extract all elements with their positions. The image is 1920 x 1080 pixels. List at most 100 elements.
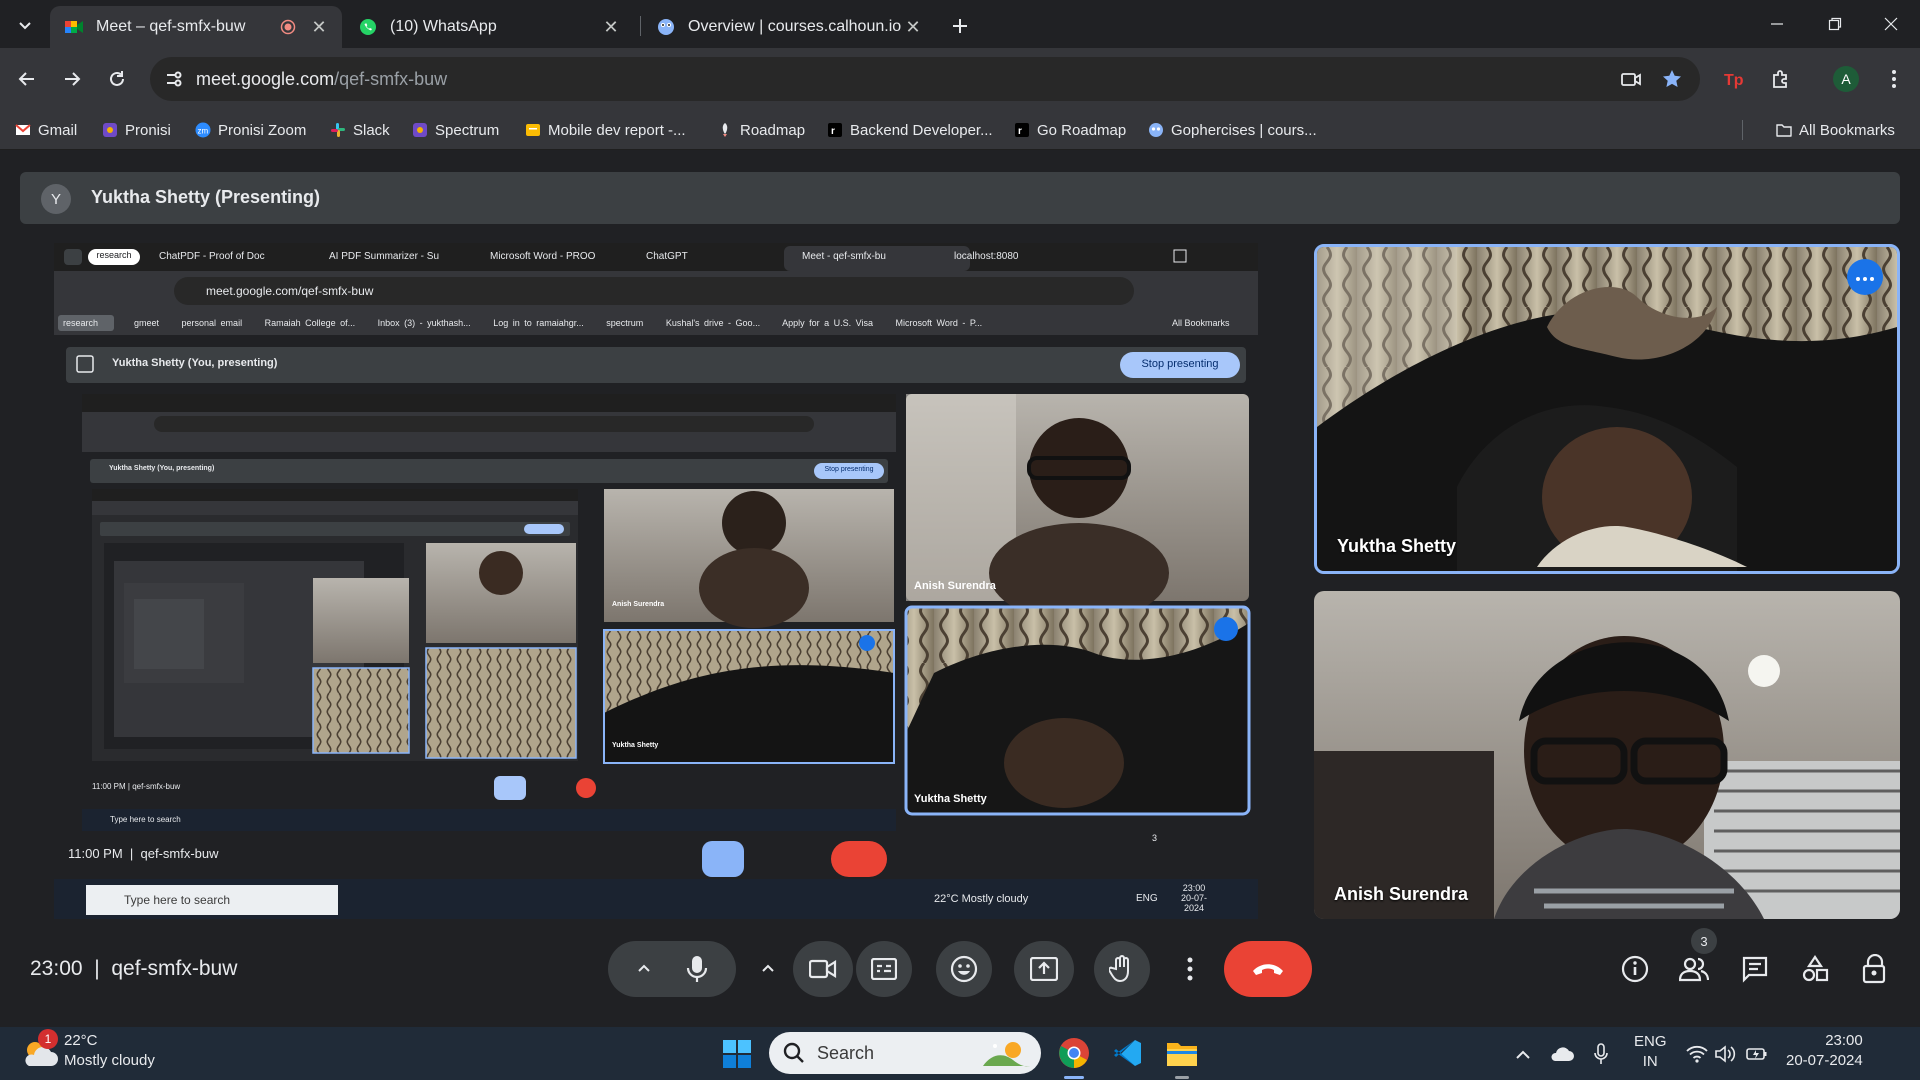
present-now-button[interactable] — [1014, 941, 1074, 997]
more-options-button[interactable] — [1162, 941, 1218, 997]
meeting-details-button[interactable] — [1615, 949, 1655, 989]
chevron-up-icon — [762, 964, 774, 972]
address-bar[interactable]: meet.google.com/qef-smfx-buw — [150, 57, 1700, 101]
activities-button[interactable] — [1795, 949, 1835, 989]
bookmark-star-button[interactable] — [1654, 61, 1690, 97]
taskbar-search-placeholder: Search — [817, 1042, 875, 1063]
bookmark-slack[interactable]: Slack — [330, 118, 390, 142]
camera-button[interactable] — [793, 941, 853, 997]
forward-button[interactable] — [54, 61, 90, 97]
google-meet-icon — [65, 21, 83, 33]
bookmark-spectrum[interactable]: Spectrum — [412, 118, 499, 142]
captions-button[interactable] — [856, 941, 912, 997]
restore-button[interactable] — [1806, 0, 1864, 48]
minimize-button[interactable] — [1748, 0, 1806, 48]
bookmark-pronisi[interactable]: Pronisi — [102, 118, 171, 142]
svg-text:Tp: Tp — [1724, 72, 1744, 89]
pronisi-icon — [103, 123, 117, 137]
taskbar-chrome[interactable] — [1052, 1031, 1096, 1075]
camera-in-use-button[interactable] — [1613, 61, 1649, 97]
gmail-icon — [15, 124, 31, 135]
raise-hand-button[interactable] — [1094, 941, 1150, 997]
shared-inner-tile-name: Yuktha Shetty — [612, 742, 659, 749]
chrome-menu-button[interactable] — [1876, 61, 1912, 97]
bookmark-label: Roadmap — [740, 121, 806, 139]
close-window-button[interactable] — [1862, 0, 1920, 48]
leave-call-button[interactable] — [1224, 941, 1312, 997]
arrow-right-icon — [65, 72, 81, 86]
bookmark-roadmap[interactable]: Roadmap — [717, 118, 805, 142]
video-settings-button[interactable] — [743, 961, 793, 977]
bookmarks-bar: Gmail Pronisi zm Pronisi Zoom Slack Spec… — [0, 110, 1920, 150]
bookmark-label: Spectrum — [435, 121, 500, 139]
taskbar-vscode[interactable] — [1106, 1031, 1150, 1075]
svg-text:zm: zm — [198, 127, 209, 136]
gopher-icon — [1149, 123, 1163, 137]
more-vert-icon — [1892, 70, 1896, 88]
close-tab-icon[interactable]: ✕ — [602, 17, 620, 37]
bookmark-gmail[interactable]: Gmail — [15, 118, 77, 142]
hand-icon — [1109, 955, 1129, 983]
active-app-indicator — [1064, 1076, 1084, 1079]
shared-banner: Yuktha Shetty (You, presenting) — [112, 357, 278, 369]
start-button[interactable] — [716, 1033, 758, 1075]
chat-button[interactable] — [1735, 949, 1775, 989]
volume-button[interactable] — [1712, 1041, 1738, 1067]
bookmark-go-roadmap[interactable]: r Go Roadmap — [1014, 118, 1126, 142]
input-language-button[interactable]: ENG IN — [1634, 1033, 1667, 1070]
all-bookmarks-button[interactable]: All Bookmarks — [1776, 118, 1895, 142]
tab-courses[interactable]: Overview | courses.calhoun.io ✕ — [642, 6, 936, 48]
extensions-button[interactable] — [1763, 61, 1799, 97]
reactions-button[interactable] — [936, 941, 992, 997]
participant-options-button[interactable] — [1847, 259, 1883, 295]
meeting-time-code: 23:00 | qef-smfx-buw — [30, 957, 238, 980]
battery-button[interactable] — [1744, 1041, 1770, 1067]
url-text[interactable]: meet.google.com/qef-smfx-buw — [196, 69, 447, 90]
tab-meet[interactable]: Meet – qef-smfx-buw ✕ — [50, 6, 342, 48]
shared-screen — [54, 243, 1258, 919]
system-clock[interactable]: 23:00 20-07-2024 — [1786, 1032, 1863, 1069]
bookmark-pronisi-zoom[interactable]: zm Pronisi Zoom — [195, 118, 306, 142]
gopher-icon — [658, 19, 674, 35]
svg-text:r: r — [831, 126, 835, 137]
site-settings-icon[interactable] — [164, 69, 184, 89]
host-controls-button[interactable] — [1855, 949, 1895, 989]
chrome-icon — [1059, 1038, 1089, 1068]
people-button[interactable] — [1674, 949, 1714, 989]
shared-tab: Microsoft Word - PROO — [490, 251, 596, 262]
microphone-tray-button[interactable] — [1590, 1041, 1612, 1067]
bookmark-gophercises[interactable]: Gophercises | cours... — [1148, 118, 1317, 142]
onedrive-button[interactable] — [1548, 1041, 1576, 1067]
audio-settings-button[interactable] — [619, 961, 669, 977]
bookmark-mobile-dev-report[interactable]: Mobile dev report -... — [525, 118, 686, 142]
show-hidden-icons-button[interactable] — [1510, 1041, 1536, 1067]
microphone-button[interactable] — [669, 955, 725, 983]
back-button[interactable] — [9, 61, 45, 97]
participant-name: Yuktha Shetty — [1337, 536, 1457, 556]
shared-url: meet.google.com/qef-smfx-buw — [206, 284, 374, 298]
close-tab-icon[interactable]: ✕ — [310, 17, 328, 37]
participant-tile-yuktha[interactable]: Yuktha Shetty — [1314, 244, 1900, 574]
tab-whatsapp[interactable]: (10) WhatsApp ✕ — [344, 6, 634, 48]
tab-search-button[interactable] — [6, 8, 44, 42]
taskbar-search-box[interactable]: Search — [769, 1032, 1041, 1074]
tab-title: Overview | courses.calhoun.io — [688, 18, 902, 35]
weather-text[interactable]: 22°C Mostly cloudy — [64, 1032, 155, 1069]
participant-tile-anish[interactable]: Anish Surendra — [1314, 591, 1900, 919]
shared-clock-time: 23:00 — [1182, 883, 1206, 893]
video-feed — [1317, 247, 1897, 571]
profile-button[interactable]: A — [1828, 61, 1864, 97]
taskbar-file-explorer[interactable] — [1160, 1031, 1204, 1075]
bookmark-backend-developer[interactable]: r Backend Developer... — [827, 118, 993, 142]
reload-button[interactable] — [99, 61, 135, 97]
bookmark-label: Backend Developer... — [850, 121, 993, 139]
close-tab-icon[interactable]: ✕ — [904, 17, 922, 37]
new-tab-button[interactable] — [944, 10, 976, 42]
extension-tp-button[interactable]: Tp — [1717, 61, 1753, 97]
presentation-stage[interactable]: research ChatPDF - Proof of Doc AI PDF S… — [54, 243, 1258, 919]
shared-inner-time-code: 11:00 PM | qef-smfx-buw — [92, 782, 181, 791]
shared-code: qef-smfx-buw — [140, 846, 219, 861]
shared-time: 11:00 PM — [68, 846, 123, 861]
people-count-badge: 3 — [1691, 928, 1717, 954]
wifi-button[interactable] — [1684, 1041, 1710, 1067]
